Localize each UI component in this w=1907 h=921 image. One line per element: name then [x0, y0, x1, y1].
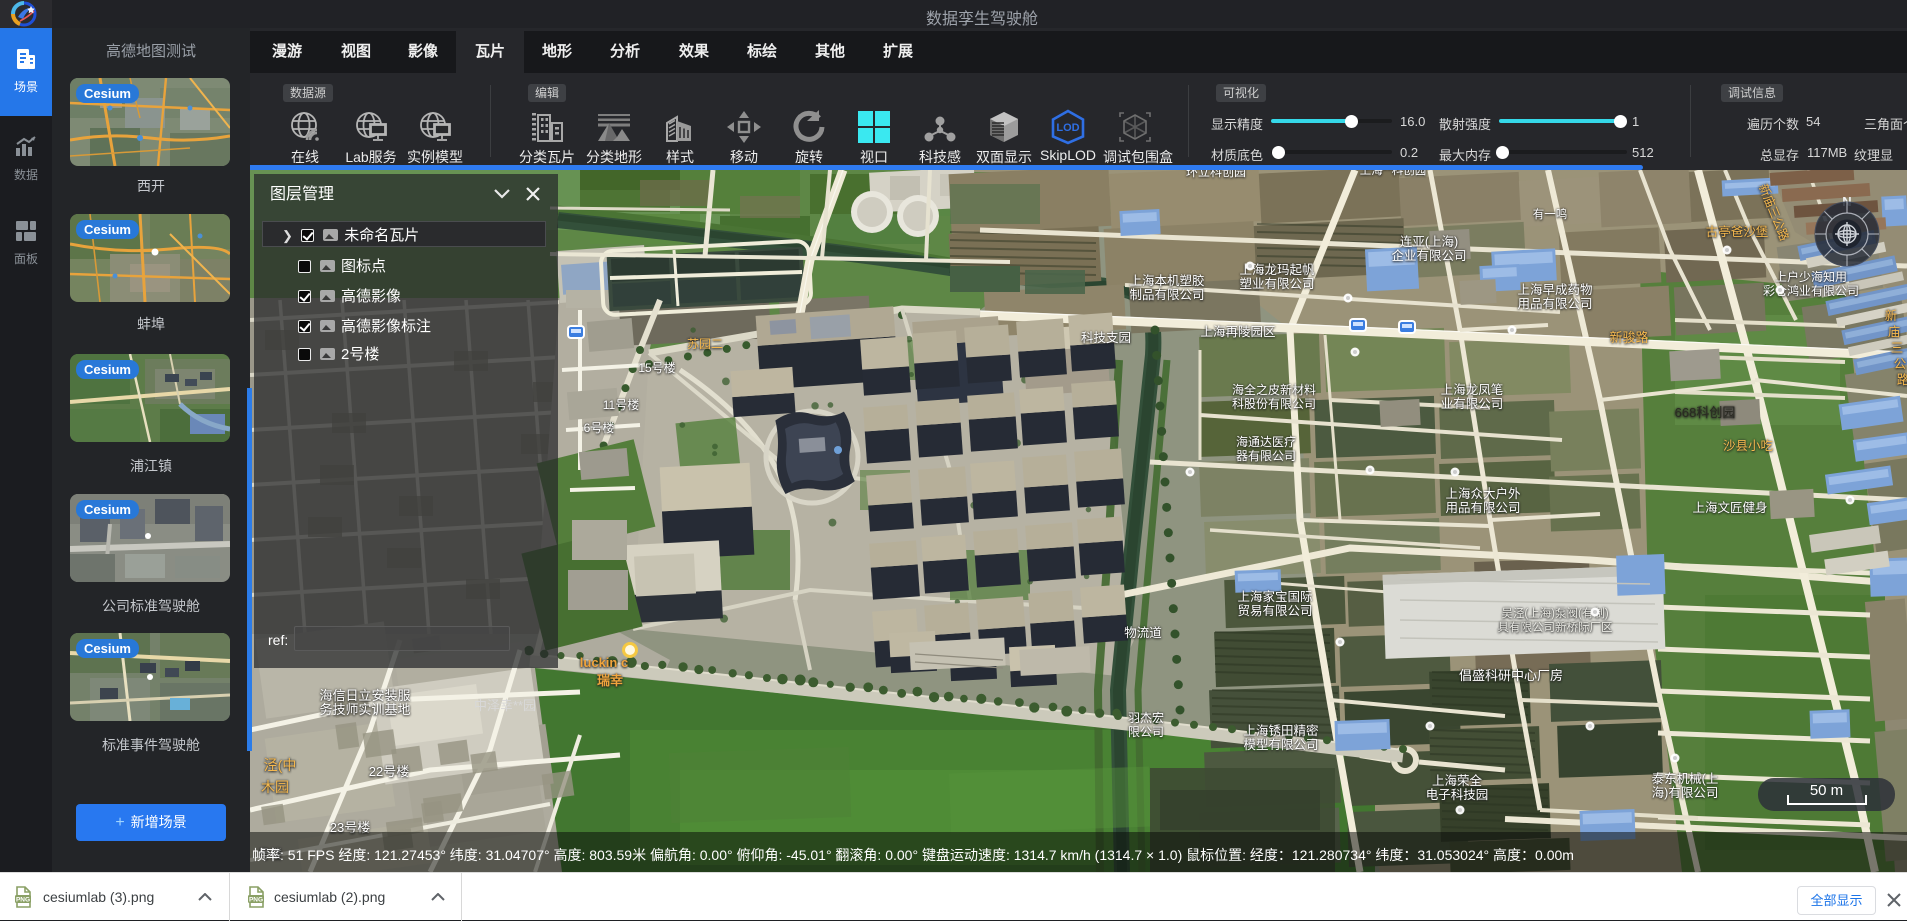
svg-text:中泽幸**园: 中泽幸**园	[474, 698, 536, 713]
svg-text:物流道: 物流道	[1124, 626, 1162, 640]
svg-text:海通达医疗: 海通达医疗	[1236, 434, 1296, 449]
svg-text:海)有限公司: 海)有限公司	[1652, 785, 1719, 800]
svg-text:LOD: LOD	[1056, 122, 1079, 134]
svg-text:上海龙凤笔: 上海龙凤笔	[1441, 382, 1504, 397]
svg-text:新: 新	[1885, 308, 1898, 323]
svg-text:庙: 庙	[1888, 325, 1901, 339]
svg-text:电子科技园: 电子科技园	[1426, 788, 1489, 802]
svg-text:企业有限公司: 企业有限公司	[1391, 248, 1466, 263]
svg-text:业有限公司: 业有限公司	[1441, 397, 1504, 411]
svg-text:羽杰宏: 羽杰宏	[1128, 710, 1164, 725]
svg-text:古亭爸沙堡: 古亭爸沙堡	[1706, 224, 1769, 239]
svg-text:上海锈田精密: 上海锈田精密	[1243, 723, 1318, 738]
svg-text:上海众大户外: 上海众大户外	[1445, 486, 1521, 501]
svg-text:15号楼: 15号楼	[638, 360, 675, 375]
svg-text:苏园二: 苏园二	[687, 337, 723, 351]
svg-text:塑业有限公司: 塑业有限公司	[1239, 276, 1314, 291]
svg-text:模型有限公司: 模型有限公司	[1243, 738, 1318, 752]
svg-text:668科创园: 668科创园	[1675, 405, 1736, 420]
svg-text:公: 公	[1894, 357, 1907, 371]
svg-text:22号楼: 22号楼	[369, 764, 409, 779]
svg-text:PNG: PNG	[249, 897, 263, 904]
svg-text:新骏路: 新骏路	[1609, 330, 1648, 345]
svg-text:6号楼: 6号楼	[584, 420, 615, 435]
svg-text:科技支园: 科技支园	[1081, 331, 1131, 345]
svg-text:海信日立安装服: 海信日立安装服	[319, 688, 410, 703]
svg-text:务技师实训基地: 务技师实训基地	[319, 702, 410, 717]
svg-text:泰东机械(上: 泰东机械(上	[1652, 771, 1719, 786]
svg-text:具有限公司新桥际厂区: 具有限公司新桥际厂区	[1498, 620, 1613, 634]
svg-text:上海家宝国际: 上海家宝国际	[1237, 589, 1312, 604]
svg-text:制品有限公司: 制品有限公司	[1129, 288, 1204, 302]
svg-text:11号楼: 11号楼	[603, 397, 639, 412]
svg-text:贸易有限公司: 贸易有限公司	[1237, 604, 1312, 618]
svg-text:器有限公司: 器有限公司	[1236, 449, 1296, 463]
svg-text:上海早成药物: 上海早成药物	[1517, 282, 1592, 297]
svg-text:上海再陵园区: 上海再陵园区	[1200, 324, 1275, 339]
svg-text:倡盛科研中心厂房: 倡盛科研中心厂房	[1459, 668, 1563, 683]
svg-text:上户少海知用: 上户少海知用	[1775, 269, 1847, 284]
svg-text:三: 三	[1891, 341, 1904, 355]
svg-text:科股份有限公司: 科股份有限公司	[1232, 397, 1316, 411]
svg-text:PNG: PNG	[16, 897, 30, 904]
svg-text:上海文匠健身: 上海文匠健身	[1692, 500, 1767, 515]
svg-text:luckin c: luckin c	[580, 655, 628, 670]
svg-text:泾(中: 泾(中	[264, 757, 297, 773]
svg-text:海全之皮新材料: 海全之皮新材料	[1232, 382, 1316, 397]
svg-text:环立科创园: 环立科创园	[1186, 170, 1246, 179]
svg-text:用品有限公司: 用品有限公司	[1445, 501, 1520, 515]
svg-text:上海**科创园: 上海**科创园	[1360, 170, 1426, 177]
svg-text:木园: 木园	[261, 779, 289, 795]
svg-text:路: 路	[1897, 372, 1907, 387]
svg-text:上海荣全: 上海荣全	[1432, 773, 1483, 788]
svg-text:有一鸣: 有一鸣	[1533, 207, 1568, 221]
svg-text:限公司: 限公司	[1128, 725, 1164, 739]
svg-text:上海本机塑胶: 上海本机塑胶	[1129, 273, 1204, 288]
svg-text:连亚(上海): 连亚(上海)	[1400, 234, 1458, 249]
svg-text:沙县小吃: 沙县小吃	[1723, 439, 1774, 453]
svg-text:用品有限公司: 用品有限公司	[1517, 297, 1592, 311]
svg-text:瑞幸: 瑞幸	[597, 673, 623, 688]
